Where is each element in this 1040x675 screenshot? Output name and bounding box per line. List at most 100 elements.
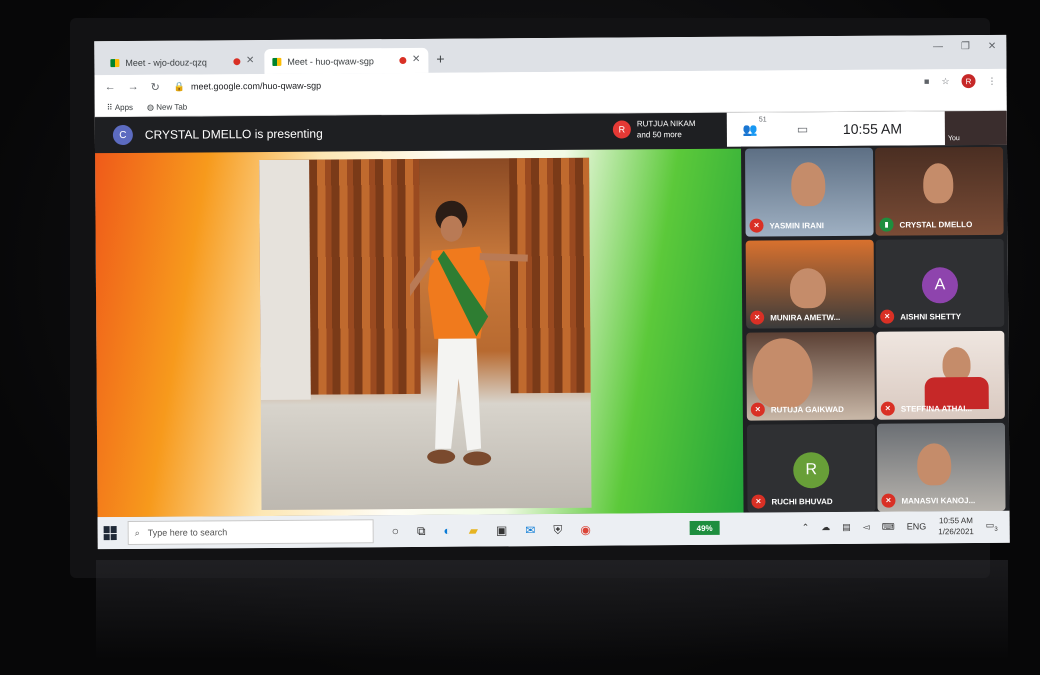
battery-indicator[interactable]: 49% <box>689 520 720 536</box>
forward-icon[interactable]: → <box>128 80 139 93</box>
globe-icon: ◍ <box>146 102 157 112</box>
participant-name: CRYSTAL DMELLO <box>899 219 973 230</box>
lang-indicator[interactable]: ENG <box>907 521 927 531</box>
address-bar-actions: ■ ☆ R ⋮ <box>924 74 997 89</box>
laptop-screen: Meet - wjo-douz-qzq ✕ Meet - huo-qwaw-sg… <box>94 34 1010 550</box>
people-icon[interactable]: 👥 <box>743 123 758 137</box>
window-controls: — ❐ ✕ <box>933 41 996 52</box>
tab-label: Meet - wjo-douz-qzq <box>125 56 207 68</box>
participant-avatar: A <box>921 267 959 304</box>
restore-button[interactable]: ❐ <box>961 41 970 52</box>
participant-face <box>752 338 813 409</box>
mic-off-icon: ✕ <box>750 310 765 325</box>
close-tab-icon[interactable]: ✕ <box>412 54 420 65</box>
mic-off-icon: ✕ <box>751 494 766 509</box>
apps-grid-icon: ⠿ <box>106 103 115 113</box>
participant-tile[interactable]: ✕ YASMIN IRANI <box>745 147 874 237</box>
back-icon[interactable]: ← <box>105 81 116 94</box>
cortana-icon[interactable]: ○ <box>392 524 399 539</box>
participant-tile[interactable]: A ✕ AISHNI SHETTY <box>875 238 1005 328</box>
network-icon[interactable]: ▤ <box>842 521 851 532</box>
chip-text: RUTJUA NIKAM and 50 more <box>637 118 696 140</box>
profile-avatar[interactable]: R <box>961 74 976 89</box>
camera-icon[interactable]: ■ <box>924 76 930 86</box>
participant-name: AISHNI SHETTY <box>900 311 962 322</box>
chip-name: RUTJUA NIKAM <box>636 118 696 129</box>
notification-count: 3 <box>994 526 998 533</box>
store-icon[interactable]: ▣ <box>496 523 507 538</box>
keyboard-icon[interactable]: ⌨ <box>882 521 895 532</box>
volume-icon[interactable]: ◅ <box>863 521 870 532</box>
tab-meet-2[interactable]: Meet - huo-qwaw-sgp ✕ <box>264 47 429 75</box>
participant-grid: ✕ YASMIN IRANI ▮ CRYSTAL DMELLO ✕ MUNIRA AM… <box>740 144 1010 513</box>
mail-icon[interactable]: ✉ <box>525 523 535 538</box>
meet-favicon-icon <box>110 58 120 67</box>
tab-meet-1[interactable]: Meet - wjo-douz-qzq ✕ <box>102 49 262 75</box>
participant-face <box>789 268 827 309</box>
notification-icon[interactable]: ▭3 <box>986 519 998 533</box>
shared-video <box>259 157 592 511</box>
participant-face <box>923 163 954 204</box>
tab-label: Meet - huo-qwaw-sgp <box>287 55 374 67</box>
participant-tile[interactable]: ▮ CRYSTAL DMELLO <box>875 146 1004 236</box>
bookmark-apps[interactable]: ⠿ Apps <box>107 103 133 112</box>
participant-name: STEFFINA ATHAI... <box>900 403 973 414</box>
participant-name: RUTUJA GAIKWAD <box>770 404 844 414</box>
windows-start-icon[interactable] <box>103 526 118 541</box>
presenter-avatar: C <box>112 124 133 146</box>
new-tab-button[interactable]: + <box>436 51 444 67</box>
minimize-button[interactable]: — <box>933 41 943 52</box>
participant-tile[interactable]: ✕ MANASVI KANOJ... <box>876 422 1006 512</box>
close-tab-icon[interactable]: ✕ <box>246 55 254 66</box>
task-view-icon[interactable]: ⧉ <box>417 523 426 538</box>
participant-name: RUCHI BHUVAD <box>771 496 833 506</box>
star-icon[interactable]: ☆ <box>941 76 949 87</box>
windows-taskbar: ⌕ Type here to search ○ ⧉ ◐ ▰ ▣ ✉ ⛨ ◉ 49… <box>97 510 1010 550</box>
search-icon: ⌕ <box>134 527 140 538</box>
keyboard-reflection <box>96 560 1008 660</box>
chat-icon[interactable]: ▭ <box>797 122 808 136</box>
chip-avatar: R <box>612 120 631 139</box>
lock-icon: 🔒 <box>173 81 186 92</box>
participant-tile[interactable]: R ✕ RUCHI BHUVAD <box>746 423 876 513</box>
speaking-icon: ▮ <box>879 217 894 232</box>
participant-chip[interactable]: R RUTJUA NIKAM and 50 more <box>612 118 696 141</box>
menu-icon[interactable]: ⋮ <box>987 75 996 86</box>
reload-icon[interactable]: ↻ <box>151 80 160 93</box>
tray-expand-icon[interactable]: ⌃ <box>802 522 810 533</box>
mic-off-icon: ✕ <box>880 309 895 324</box>
taskbar-apps: ○ ⧉ ◐ ▰ ▣ ✉ ⛨ ◉ <box>392 522 591 538</box>
bookmark-new-tab[interactable]: ◍ New Tab <box>147 103 187 112</box>
file-explorer-icon[interactable]: ▰ <box>469 523 478 538</box>
system-tray: ⌃ ☁ ▤ ◅ ⌨ ENG 10:55 AM 1/26/2021 ▭3 <box>802 515 998 538</box>
close-window-button[interactable]: ✕ <box>988 41 996 52</box>
meet-favicon-icon <box>272 57 282 66</box>
presenting-text: CRYSTAL DMELLO is presenting <box>144 126 323 142</box>
taskbar-search[interactable]: ⌕ Type here to search <box>127 519 374 545</box>
security-icon[interactable]: ⛨ <box>553 522 562 537</box>
participant-tile[interactable]: ✕ MUNIRA AMETW... <box>745 239 875 329</box>
self-view-tile[interactable]: You <box>944 110 1007 146</box>
recording-dot-icon <box>233 58 241 66</box>
meet-top-right-bar: 👥 51 ▭ 10:55 AM You <box>726 110 1007 147</box>
cloud-icon[interactable]: ☁ <box>821 522 830 533</box>
url-field[interactable]: meet.google.com/huo-qwaw-sgp <box>191 81 321 92</box>
edge-icon[interactable]: ◐ <box>443 523 450 538</box>
taskbar-date: 1/26/2021 <box>938 527 974 537</box>
people-count: 51 <box>758 116 767 124</box>
participant-tile[interactable]: ✕ RUTUJA GAIKWAD <box>746 331 875 421</box>
chrome-icon[interactable]: ◉ <box>580 522 591 537</box>
mic-off-icon: ✕ <box>750 402 765 417</box>
meet-window: C CRYSTAL DMELLO is presenting R RUTJUA … <box>94 110 1010 518</box>
mic-off-icon: ✕ <box>749 218 764 233</box>
presenter-bar: C CRYSTAL DMELLO is presenting R RUTJUA … <box>94 112 728 154</box>
taskbar-time: 10:55 AM <box>939 516 973 526</box>
chip-more: and 50 more <box>636 130 682 140</box>
wall <box>259 159 311 401</box>
participant-tile[interactable]: ✕ STEFFINA ATHAI... <box>876 330 1005 420</box>
taskbar-clock[interactable]: 10:55 AM 1/26/2021 <box>938 515 974 537</box>
self-label: You <box>947 135 960 143</box>
participant-face <box>917 443 952 486</box>
nav-buttons: ← → ↻ <box>105 80 160 93</box>
meet-clock: 10:55 AM <box>842 120 903 137</box>
